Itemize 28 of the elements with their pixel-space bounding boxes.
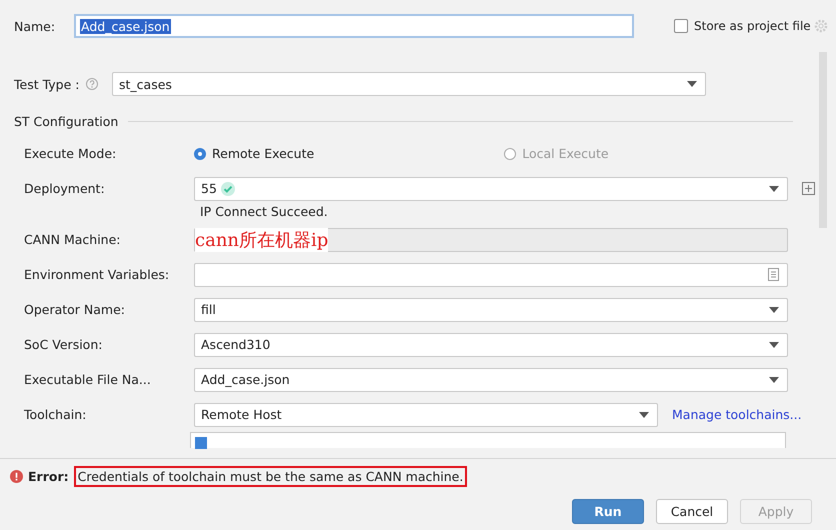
radio-option[interactable]: Remote Execute [194, 146, 314, 161]
input-field[interactable]: cann所在机器ip [194, 228, 788, 252]
section-title: ST Configuration [14, 114, 118, 128]
run-button[interactable]: Run [572, 499, 644, 524]
field-label: Execute Mode: [24, 146, 118, 161]
field-label: SoC Version: [24, 337, 104, 352]
manage-link[interactable]: Manage toolchains... [672, 407, 802, 422]
dialog-button[interactable]: Cancel [656, 499, 728, 524]
field-label: Executable File Na... [24, 372, 152, 387]
dropdown-field[interactable]: Add_case.json [194, 368, 788, 392]
dropdown-field[interactable]: 55 [194, 176, 788, 200]
field-label: CANN Machine: [24, 232, 122, 247]
status-text: IP Connect Succeed. [200, 204, 328, 218]
field-label: Deployment: [24, 181, 106, 196]
store-checkbox[interactable]: Store as project file [674, 19, 811, 33]
error-message: Credentials of toolchain must be the same as CANN machine. [74, 466, 468, 486]
error-label: Error: [28, 468, 69, 484]
dropdown-field[interactable]: st_cases [112, 72, 706, 96]
name-field[interactable]: Add_case.json [74, 14, 634, 38]
name-label: Name: [14, 18, 56, 34]
dropdown-field[interactable]: Ascend310 [194, 332, 788, 356]
field-label: Test Type : [14, 76, 80, 92]
field-label: Toolchain: [24, 407, 88, 422]
dropdown-field[interactable]: fill [194, 298, 788, 322]
dropdown-field[interactable]: Remote Host [194, 402, 658, 426]
field-label: Operator Name: [24, 302, 126, 317]
annotation-text: cann所在机器ip [195, 228, 328, 252]
field-label: Environment Variables: [24, 267, 170, 282]
